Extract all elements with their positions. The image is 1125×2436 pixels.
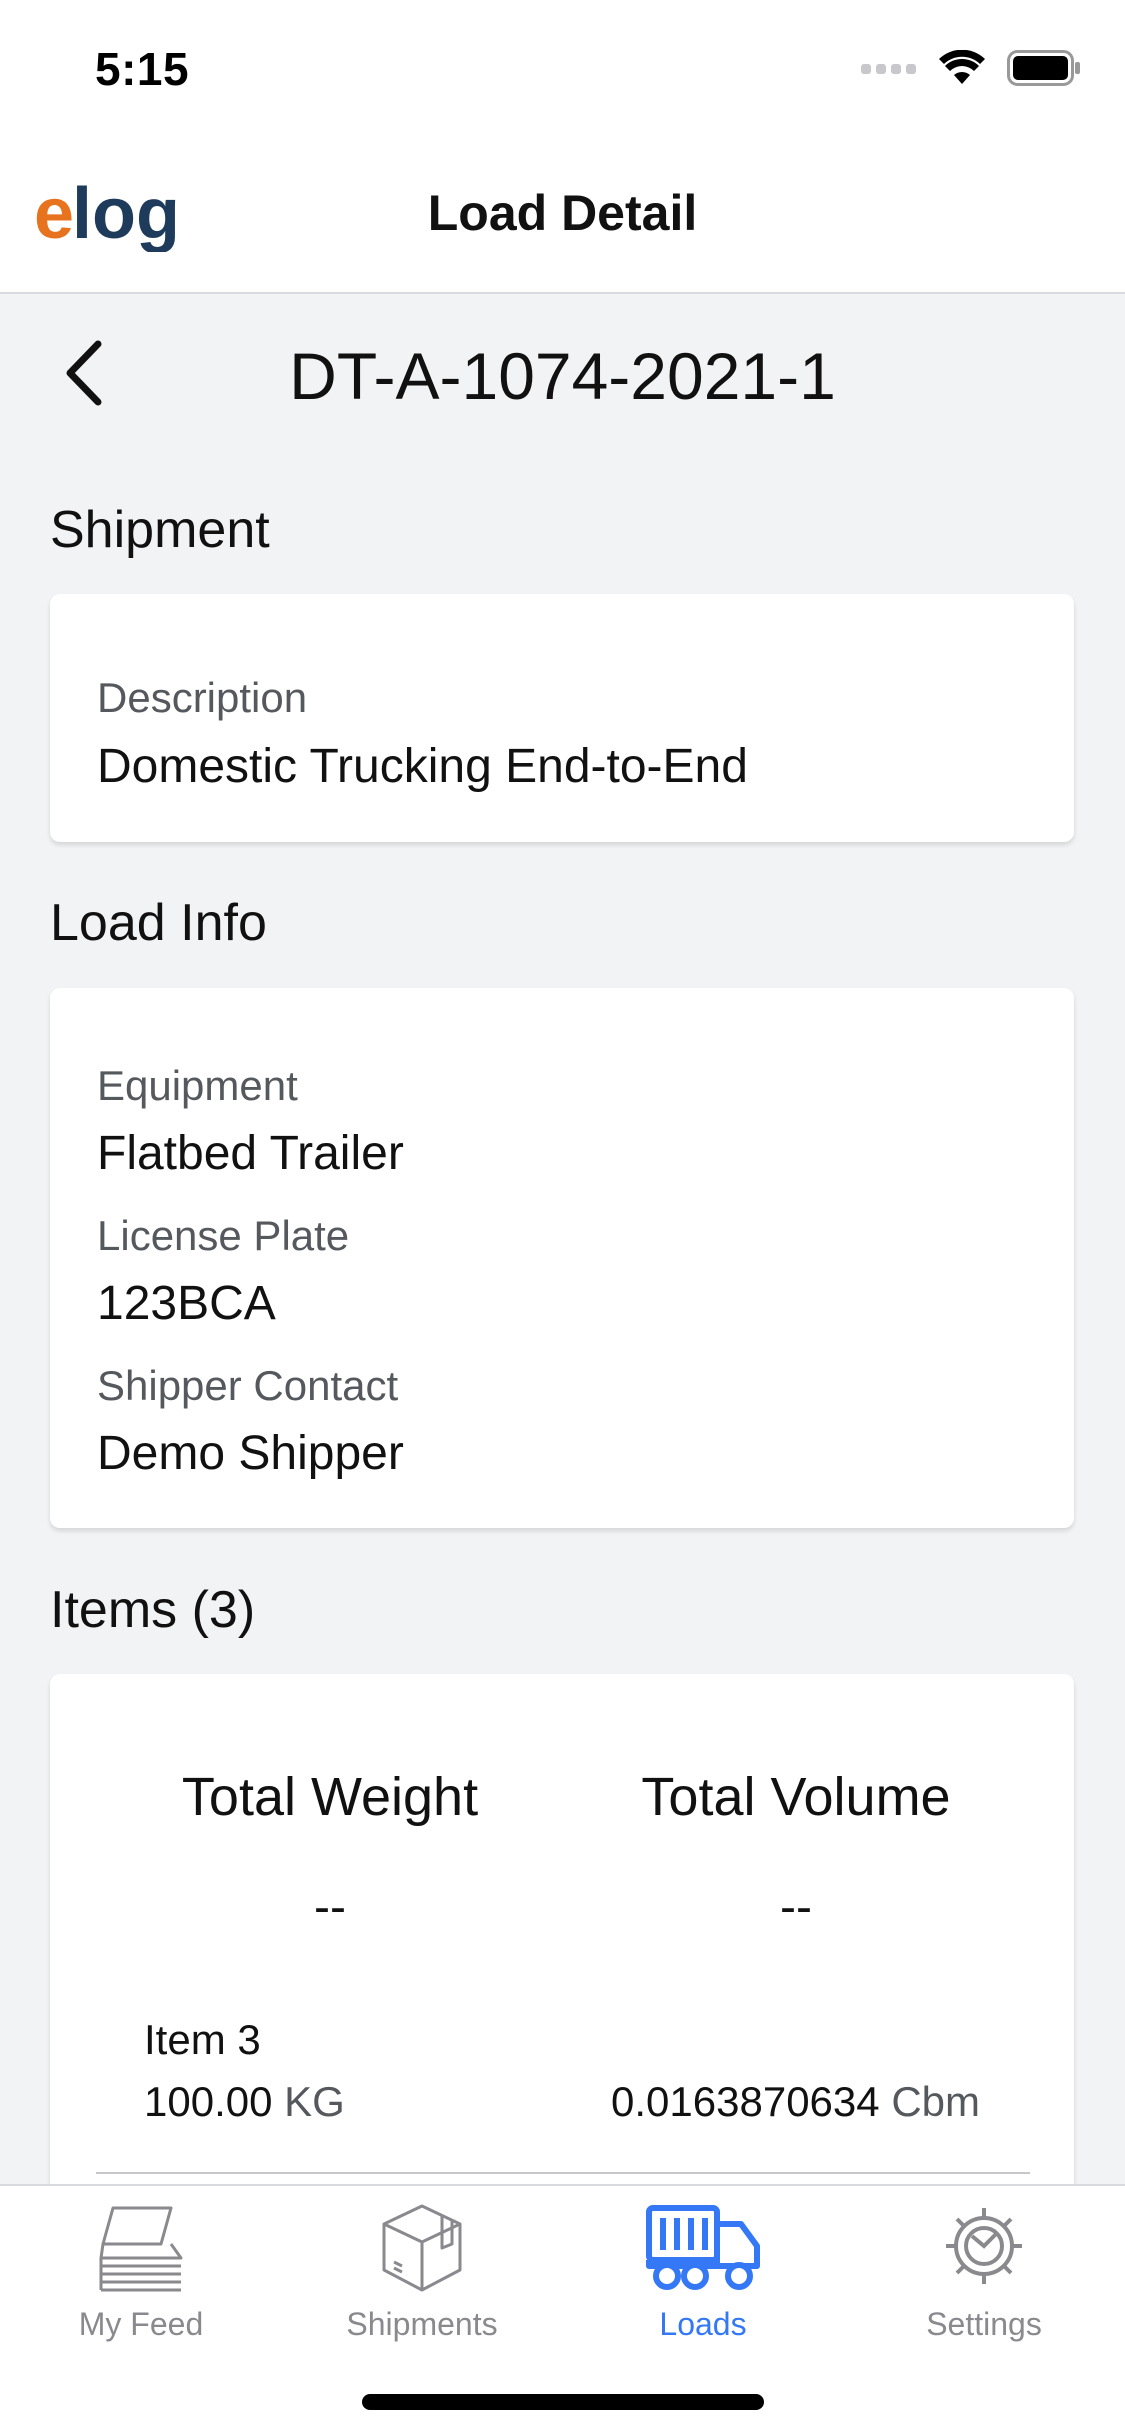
wifi-icon [939, 49, 985, 91]
app-header: e log Load Detail [0, 132, 1125, 294]
header-title: Load Detail [427, 185, 698, 241]
total-weight-value: -- [314, 1881, 346, 1934]
feed-icon [91, 2200, 191, 2301]
item-weight-value: 100.00 [144, 2078, 273, 2125]
item-volume-unit: Cbm [891, 2078, 980, 2125]
gear-icon [934, 2200, 1034, 2301]
equipment-label: Equipment [97, 1062, 298, 1109]
total-weight-label: Total Weight [181, 1767, 479, 1827]
license-plate-label: License Plate [97, 1212, 350, 1259]
item-volume-value: 0.0163870634 [611, 2078, 880, 2125]
equipment-value: Flatbed Trailer [97, 1127, 404, 1180]
item-name: Item 3 [144, 2016, 261, 2063]
description-value: Domestic Trucking End-to-End [97, 740, 748, 793]
tab-loads-label: Loads [659, 2306, 747, 2342]
load-info-heading: Load Info [50, 894, 267, 952]
shipment-heading: Shipment [50, 501, 270, 559]
item-volume: 0.0163870634 Cbm [611, 2078, 980, 2126]
truck-icon [643, 2200, 763, 2301]
tab-loads[interactable]: Loads [562, 2200, 844, 2350]
load-number: DT-A-1074-2021-1 [289, 339, 836, 413]
status-bar: 5:15 [0, 0, 1125, 132]
load-info-card: Equipment Flatbed Trailer License Plate … [50, 988, 1074, 1528]
shipper-contact-value: Demo Shipper [97, 1427, 404, 1480]
signal-icon [861, 60, 917, 81]
item-weight: 100.00 KG [144, 2078, 345, 2126]
total-volume-label: Total Volume [641, 1767, 951, 1827]
status-indicators [861, 48, 1081, 92]
shipper-contact-label: Shipper Contact [97, 1362, 399, 1409]
tab-shipments-label: Shipments [346, 2306, 498, 2342]
description-label: Description [97, 674, 308, 721]
tab-my-feed-label: My Feed [78, 2306, 204, 2342]
home-indicator[interactable] [362, 2394, 764, 2410]
tab-my-feed[interactable]: My Feed [0, 2200, 282, 2350]
items-card: Total Weight Total Volume -- -- Item 3 1… [50, 1674, 1074, 2234]
status-time: 5:15 [95, 43, 190, 95]
battery-icon [1007, 49, 1081, 91]
total-volume-value: -- [780, 1881, 812, 1934]
item-divider [96, 2172, 1030, 2174]
tab-shipments[interactable]: Shipments [281, 2200, 563, 2350]
tab-settings[interactable]: Settings [843, 2200, 1125, 2350]
tab-settings-label: Settings [926, 2306, 1042, 2342]
license-plate-value: 123BCA [97, 1277, 276, 1330]
items-heading: Items (3) [50, 1581, 256, 1639]
shipment-card: Description Domestic Trucking End-to-End [50, 594, 1074, 842]
item-weight-unit: KG [284, 2078, 345, 2125]
package-icon [372, 2200, 472, 2301]
